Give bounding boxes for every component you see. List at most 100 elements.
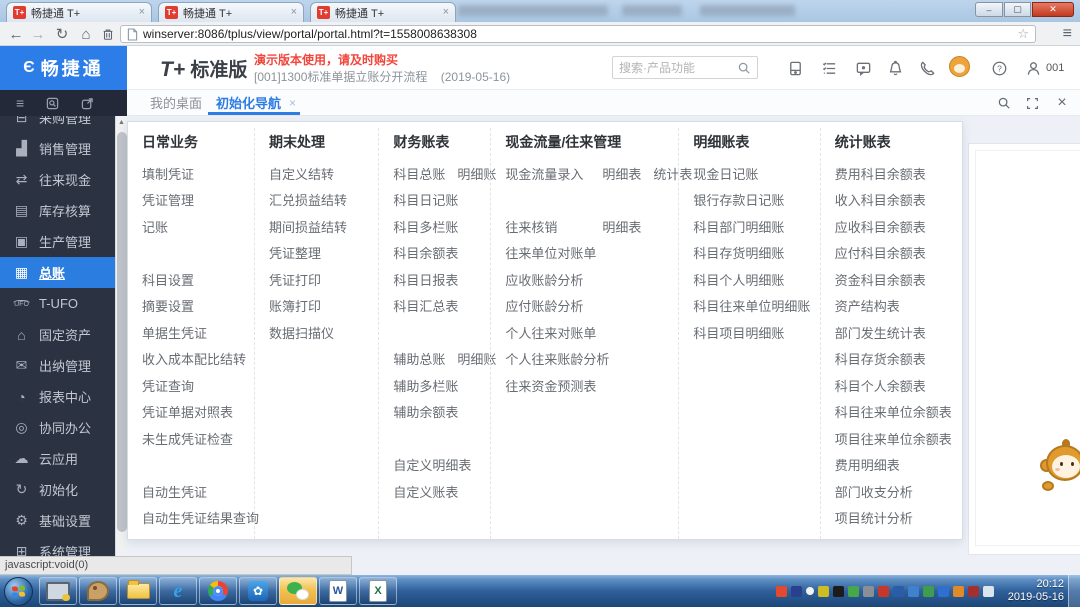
trash-icon[interactable]: [98, 24, 118, 44]
tray-icon-9[interactable]: [893, 586, 904, 597]
menu-link[interactable]: 自动生凭证结果查询: [142, 508, 259, 527]
menu-link[interactable]: 单据生凭证: [142, 323, 207, 342]
taskbar-wechat-button[interactable]: [279, 577, 317, 605]
user-icon[interactable]: [1022, 58, 1044, 78]
sidebar-item-云应用[interactable]: ☁云应用: [0, 443, 115, 474]
tray-icon-13[interactable]: [953, 586, 964, 597]
menu-link[interactable]: 个人往来对账单: [505, 323, 602, 342]
menu-link[interactable]: 科目部门明细账: [693, 217, 784, 236]
sidebar-item-初始化[interactable]: ↻初始化: [0, 474, 115, 505]
menu-link[interactable]: 自定义账表: [393, 482, 458, 501]
mascot-monkey[interactable]: [1042, 437, 1080, 503]
tray-icon-3[interactable]: [806, 587, 814, 595]
menu-link[interactable]: 项目统计分析: [835, 508, 913, 527]
url-text[interactable]: winserver:8086/tplus/view/portal/portal.…: [143, 27, 1012, 41]
menu-link[interactable]: 项目往来单位余额表: [835, 429, 952, 448]
forward-icon[interactable]: →: [28, 24, 48, 44]
sidebar-item-往来现金[interactable]: ⇄往来现金: [0, 164, 115, 195]
sidebar-expand-icon[interactable]: [81, 97, 94, 110]
menu-link[interactable]: 应收科目余额表: [835, 217, 926, 236]
menu-link[interactable]: 科目总账: [393, 164, 457, 183]
browser-menu-icon[interactable]: ≡: [1063, 25, 1072, 43]
tray-icon-8[interactable]: [878, 586, 889, 597]
sidebar-search-icon[interactable]: [46, 97, 59, 110]
sidebar-item-采购管理[interactable]: ⊟采购管理: [0, 116, 115, 133]
hamburger-menu-icon[interactable]: ≡: [16, 96, 24, 110]
menu-link[interactable]: 期间损益结转: [269, 217, 347, 236]
menu-link[interactable]: 银行存款日记账: [693, 190, 784, 209]
workspace-search-icon[interactable]: [994, 94, 1014, 112]
menu-link[interactable]: 个人往来账龄分析: [505, 349, 609, 368]
menu-link[interactable]: 账簿打印: [269, 296, 321, 315]
window-minimize-button[interactable]: –: [975, 2, 1003, 17]
menu-link[interactable]: 现金流量录入: [505, 164, 602, 183]
back-icon[interactable]: ←: [6, 24, 26, 44]
taskbar-excel-button[interactable]: X: [359, 577, 397, 605]
tab-my-desktop[interactable]: 我的桌面: [150, 90, 202, 115]
address-bar[interactable]: winserver:8086/tplus/view/portal/portal.…: [120, 25, 1036, 43]
tray-icon-4[interactable]: [818, 586, 829, 597]
phone-icon[interactable]: [916, 58, 938, 78]
taskbar-paint-button[interactable]: [79, 577, 117, 605]
browser-tab[interactable]: T+畅捷通 T+×: [158, 2, 304, 22]
menu-link[interactable]: 科目个人余额表: [835, 376, 926, 395]
taskbar-explorer-button[interactable]: [119, 577, 157, 605]
taskbar-clock[interactable]: 20:12 2019-05-16: [1008, 578, 1064, 604]
menu-link[interactable]: 凭证单据对照表: [142, 402, 233, 421]
tab-close-icon[interactable]: ×: [139, 7, 145, 18]
menu-link[interactable]: 凭证管理: [142, 190, 194, 209]
menu-link[interactable]: 资产结构表: [835, 296, 900, 315]
reload-icon[interactable]: ↻: [52, 24, 72, 44]
sidebar-item-报表中心[interactable]: ◔报表中心: [0, 381, 115, 412]
menu-link[interactable]: 科目项目明细账: [693, 323, 784, 342]
menu-link[interactable]: 记账: [142, 217, 168, 236]
menu-link[interactable]: 科目设置: [142, 270, 194, 289]
sidebar-item-销售管理[interactable]: ▟销售管理: [0, 133, 115, 164]
menu-link[interactable]: 汇兑损益结转: [269, 190, 347, 209]
tray-icon-5[interactable]: [833, 586, 844, 597]
search-icon[interactable]: [737, 61, 751, 75]
product-grid-icon[interactable]: [784, 58, 806, 78]
bookmark-star-icon[interactable]: ☆: [1017, 26, 1029, 42]
menu-link[interactable]: 收入成本配比结转: [142, 349, 246, 368]
sidebar-item-出纳管理[interactable]: ✉出纳管理: [0, 350, 115, 381]
menu-link[interactable]: 部门发生统计表: [835, 323, 926, 342]
tray-icon-11[interactable]: [923, 586, 934, 597]
sidebar-scrollbar[interactable]: ▲: [115, 116, 127, 575]
service-monkey-icon[interactable]: [948, 56, 970, 76]
menu-link[interactable]: 部门收支分析: [835, 482, 913, 501]
sidebar-item-总账[interactable]: ▦总账: [0, 257, 115, 288]
tab-close-icon[interactable]: ×: [443, 7, 449, 18]
product-search-input[interactable]: 搜索·产品功能: [612, 56, 758, 79]
menu-link[interactable]: 自动生凭证: [142, 482, 207, 501]
menu-link[interactable]: 凭证整理: [269, 243, 321, 262]
tray-icon-1[interactable]: [776, 586, 787, 597]
menu-link[interactable]: 费用科目余额表: [835, 164, 926, 183]
tab-close-icon[interactable]: ×: [289, 96, 296, 110]
taskbar-chrome-button[interactable]: [199, 577, 237, 605]
window-close-button[interactable]: ✕: [1032, 2, 1074, 17]
workspace-close-icon[interactable]: ×: [1052, 94, 1072, 112]
menu-link[interactable]: 科目往来单位余额表: [835, 402, 952, 421]
menu-link[interactable]: 收入科目余额表: [835, 190, 926, 209]
taskbar-ie-button[interactable]: e: [159, 577, 197, 605]
menu-link[interactable]: 辅助余额表: [393, 402, 458, 421]
menu-link[interactable]: 未生成凭证检查: [142, 429, 233, 448]
menu-link[interactable]: 科目个人明细账: [693, 270, 784, 289]
sidebar-item-T-UFO[interactable]: UFOT-UFO: [0, 288, 115, 319]
menu-link[interactable]: 往来单位对账单: [505, 243, 602, 262]
menu-link[interactable]: 明细表: [602, 164, 653, 183]
menu-link[interactable]: 摘要设置: [142, 296, 194, 315]
menu-link[interactable]: 自定义明细表: [393, 455, 471, 474]
taskbar-tplus-client-button[interactable]: ✿: [239, 577, 277, 605]
menu-link[interactable]: 科目往来单位明细账: [693, 296, 810, 315]
menu-link[interactable]: 科目存货余额表: [835, 349, 926, 368]
menu-link[interactable]: 往来核销: [505, 217, 602, 236]
menu-link[interactable]: 费用明细表: [835, 455, 900, 474]
menu-link[interactable]: 科目多栏账: [393, 217, 458, 236]
menu-link[interactable]: 凭证打印: [269, 270, 321, 289]
home-icon[interactable]: ⌂: [76, 24, 96, 44]
menu-link[interactable]: 自定义结转: [269, 164, 334, 183]
tray-icon-2[interactable]: [791, 586, 802, 597]
sidebar-item-生产管理[interactable]: ▣生产管理: [0, 226, 115, 257]
